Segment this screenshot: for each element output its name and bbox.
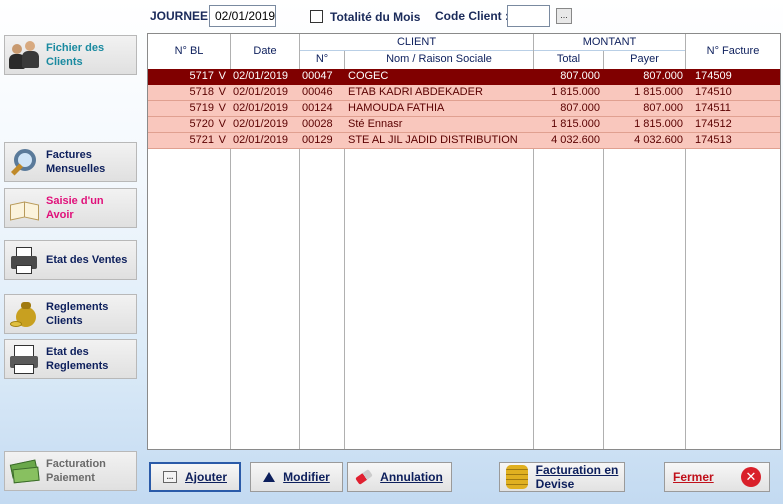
cell-payer: 4 032.600 — [634, 134, 683, 146]
cell-bl: 5718 — [189, 86, 214, 98]
modifier-label: Modifier — [283, 470, 330, 484]
search-document-icon — [8, 145, 42, 179]
cell-flag: V — [218, 102, 226, 114]
money-bag-icon — [8, 297, 42, 331]
users-icon — [8, 38, 42, 72]
reglements-clients-label: Reglements Clients — [46, 301, 109, 327]
header-client-no[interactable]: N° — [300, 53, 344, 65]
close-icon: ✕ — [741, 467, 761, 487]
cell-flag: V — [218, 118, 226, 130]
code-client-label: Code Client : — [435, 9, 509, 23]
reglements-clients-button[interactable]: Reglements Clients — [4, 294, 137, 334]
cell-client-no: 00124 — [302, 102, 333, 114]
cell-payer: 1 815.000 — [634, 118, 683, 130]
etat-reglements-label: Etat des Reglements — [46, 346, 109, 372]
etat-ventes-label: Etat des Ventes — [46, 254, 128, 266]
etat-reglements-button[interactable]: Etat des Reglements — [4, 339, 137, 379]
cell-name: STE AL JIL JADID DISTRIBUTION — [348, 134, 518, 146]
factures-mensuelles-button[interactable]: Factures Mensuelles — [4, 142, 137, 182]
journee-label: JOURNEE : — [150, 9, 216, 23]
cell-bl: 5721 — [189, 134, 214, 146]
fichier-clients-label: Fichier des Clients — [46, 42, 105, 68]
add-icon: ... — [163, 471, 177, 483]
annulation-label: Annulation — [380, 470, 443, 484]
table-row[interactable]: 5719 V 02/01/2019 00124 HAMOUDA FATHIA 807.00… — [148, 101, 780, 117]
facturation-devise-label-1: Facturation en — [535, 463, 619, 477]
cell-facture: 174513 — [695, 134, 732, 146]
browse-client-button[interactable]: ... — [556, 8, 572, 24]
cell-flag: V — [218, 70, 226, 82]
header-payer[interactable]: Payer — [604, 53, 685, 65]
cell-name: Sté Ennasr — [348, 118, 403, 130]
ajouter-label: Ajouter — [185, 470, 227, 484]
ajouter-button[interactable]: ... Ajouter — [149, 462, 241, 492]
table-row[interactable]: 5717 V 02/01/2019 00047 COGEC 807.000 807.000 1… — [148, 69, 780, 85]
header-date[interactable]: Date — [231, 45, 299, 57]
open-book-icon — [8, 191, 42, 225]
header-total[interactable]: Total — [534, 53, 603, 65]
cell-total: 1 815.000 — [551, 86, 600, 98]
annulation-button[interactable]: Annulation — [347, 462, 452, 492]
fichier-clients-button[interactable]: Fichier des Clients — [4, 35, 137, 75]
cell-payer: 807.000 — [643, 70, 683, 82]
cell-client-no: 00129 — [302, 134, 333, 146]
facturation-paiement-button[interactable]: Facturation Paiement — [4, 451, 137, 491]
cell-total: 807.000 — [560, 70, 600, 82]
printer-report-icon — [8, 342, 42, 376]
printer-icon — [8, 243, 42, 277]
journee-date-input[interactable]: 02/01/2019 — [209, 5, 276, 27]
facturation-devise-button[interactable]: Facturation en Devise — [499, 462, 625, 492]
header-facture[interactable]: N° Facture — [686, 45, 780, 57]
cell-bl: 5720 — [189, 118, 214, 130]
cell-name: ETAB KADRI ABDEKADER — [348, 86, 483, 98]
cell-facture: 174509 — [695, 70, 732, 82]
cell-facture: 174511 — [695, 102, 731, 114]
edit-triangle-icon — [263, 472, 276, 482]
cell-date: 02/01/2019 — [233, 102, 289, 114]
eraser-icon — [355, 469, 374, 485]
cell-facture: 174512 — [695, 118, 732, 130]
cell-client-no: 00028 — [302, 118, 333, 130]
cell-flag: V — [218, 134, 226, 146]
cell-bl: 5719 — [189, 102, 214, 114]
fermer-button[interactable]: Fermer ✕ — [664, 462, 770, 492]
invoice-table: N° BL Date CLIENT N° Nom / Raison Social… — [147, 33, 781, 450]
header-client-name[interactable]: Nom / Raison Sociale — [345, 53, 533, 65]
cell-payer: 1 815.000 — [634, 86, 683, 98]
header-client-group: CLIENT — [396, 36, 437, 48]
cell-bl: 5717 — [189, 70, 214, 82]
table-row[interactable]: 5721 V 02/01/2019 00129 STE AL JIL JADID DIS… — [148, 133, 780, 149]
cell-name: COGEC — [348, 70, 389, 82]
fermer-label: Fermer — [673, 470, 714, 484]
cell-payer: 807.000 — [643, 102, 683, 114]
saisie-avoir-button[interactable]: Saisie d'un Avoir — [4, 188, 137, 228]
cell-flag: V — [218, 86, 226, 98]
modifier-button[interactable]: Modifier — [250, 462, 343, 492]
factures-mensuelles-label: Factures Mensuelles — [46, 149, 106, 175]
banknotes-icon — [8, 454, 42, 488]
facturation-paiement-label: Facturation Paiement — [46, 458, 106, 484]
cell-client-no: 00047 — [302, 70, 333, 82]
table-row[interactable]: 5718 V 02/01/2019 00046 ETAB KADRI ABDEKADER… — [148, 85, 780, 101]
code-client-input[interactable] — [507, 5, 550, 27]
etat-ventes-button[interactable]: Etat des Ventes — [4, 240, 137, 280]
cell-total: 807.000 — [560, 102, 600, 114]
cell-total: 4 032.600 — [551, 134, 600, 146]
cell-date: 02/01/2019 — [233, 70, 289, 82]
facturation-devise-label-2: Devise — [535, 477, 575, 491]
cell-date: 02/01/2019 — [233, 134, 289, 146]
totalite-mois-label: Totalité du Mois — [330, 10, 421, 24]
cell-date: 02/01/2019 — [233, 86, 289, 98]
cell-date: 02/01/2019 — [233, 118, 289, 130]
totalite-mois-checkbox[interactable] — [310, 10, 323, 23]
header-bl[interactable]: N° BL — [148, 45, 230, 57]
cell-client-no: 00046 — [302, 86, 333, 98]
saisie-avoir-label: Saisie d'un Avoir — [46, 195, 104, 221]
cell-total: 1 815.000 — [551, 118, 600, 130]
coins-icon — [505, 465, 528, 489]
header-montant-group: MONTANT — [582, 36, 637, 48]
table-row[interactable]: 5720 V 02/01/2019 00028 Sté Ennasr 1 815.000 1… — [148, 117, 780, 133]
cell-name: HAMOUDA FATHIA — [348, 102, 445, 114]
cell-facture: 174510 — [695, 86, 732, 98]
